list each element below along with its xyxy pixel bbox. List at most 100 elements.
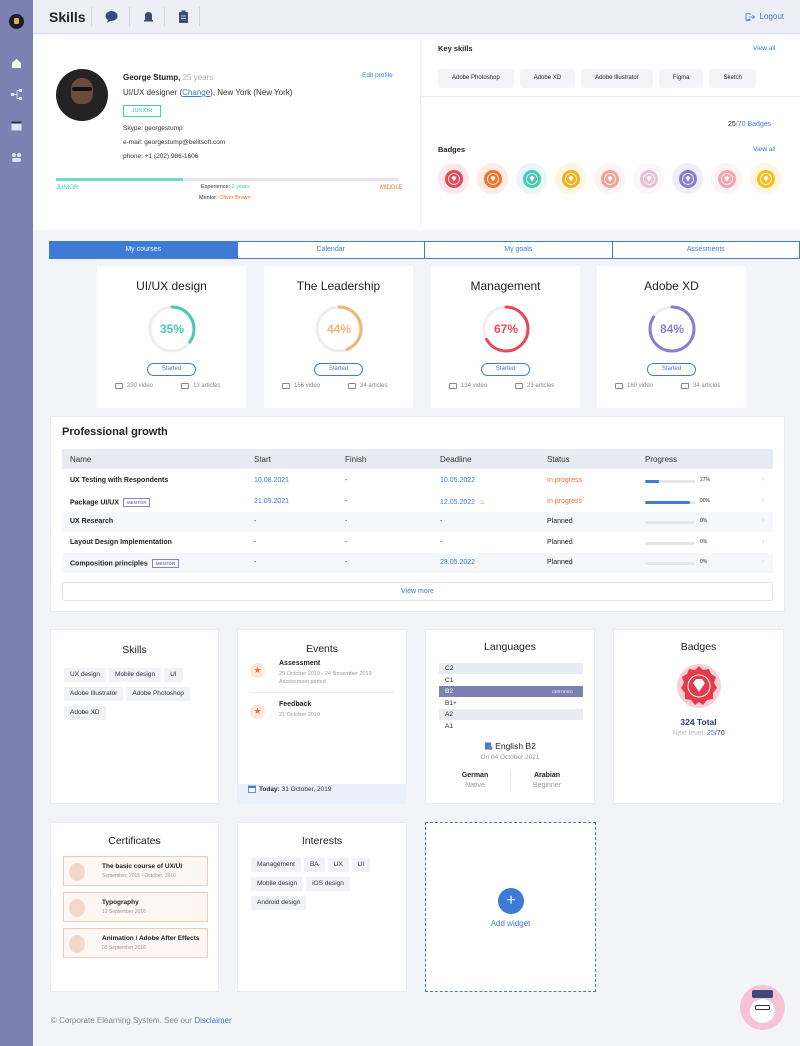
- badge-item[interactable]: [438, 163, 469, 194]
- event-desc: Assessment period: [279, 679, 326, 685]
- app-logo[interactable]: [9, 14, 24, 29]
- chevron-right-icon[interactable]: ›: [762, 497, 764, 504]
- row-finish: -: [345, 497, 348, 505]
- tab-my-courses[interactable]: My courses: [49, 241, 238, 259]
- course-card[interactable]: Management 67% Started 134 video 23 articles: [431, 266, 580, 408]
- course-card[interactable]: UI/UX design 35% Started 230 video 13 articl…: [97, 266, 246, 408]
- event-title: Assessment: [279, 660, 321, 667]
- skill-chip[interactable]: Mobile design: [109, 668, 162, 682]
- course-card[interactable]: The Leadership 44% Started 156 video 34 arti…: [264, 266, 413, 408]
- profile-age: 25 years: [182, 73, 214, 82]
- assistant-bot-avatar[interactable]: [740, 985, 785, 1030]
- key-skill-chip[interactable]: Figma: [658, 69, 704, 88]
- tab-assesments[interactable]: Assesments: [612, 241, 800, 259]
- course-progress-ring: 44%: [314, 304, 364, 354]
- add-widget-card[interactable]: + Add widget: [425, 822, 596, 992]
- hierarchy-icon[interactable]: [11, 89, 22, 100]
- experience-value: 2 years: [231, 184, 250, 190]
- language-level: Beginner: [532, 782, 562, 789]
- course-status-button[interactable]: Started: [481, 363, 530, 376]
- badge-item[interactable]: [516, 163, 547, 194]
- course-videos: 134 video: [449, 383, 487, 389]
- growth-header-name: Name: [70, 455, 92, 464]
- key-skill-chip[interactable]: Adobe XD: [519, 69, 576, 88]
- row-progress-label: 27%: [700, 477, 711, 483]
- badges-view-all-link[interactable]: View all: [753, 146, 775, 153]
- interest-chip[interactable]: Mobile design: [251, 877, 304, 891]
- interest-chip[interactable]: UX: [327, 858, 349, 872]
- key-skill-chip[interactable]: Adobe Illustrator: [581, 69, 653, 88]
- language-level-row: C2: [439, 663, 583, 674]
- table-row[interactable]: Package UI/UX MENTOR 21.09.2021 - 12.05.2022…: [62, 491, 773, 512]
- add-widget-button[interactable]: +: [498, 888, 524, 914]
- team-icon[interactable]: [11, 152, 22, 163]
- course-articles-text: 34 articles: [693, 383, 721, 389]
- key-skill-chip[interactable]: Adobe Photoshop: [438, 69, 514, 88]
- chat-icon[interactable]: [105, 10, 118, 23]
- chevron-right-icon[interactable]: ›: [762, 538, 764, 545]
- badge-item[interactable]: [750, 163, 781, 194]
- course-percent: 44%: [326, 322, 352, 336]
- row-start: 21.09.2021: [254, 497, 290, 505]
- badge-item[interactable]: [711, 163, 742, 194]
- view-more-button[interactable]: View more: [62, 582, 773, 601]
- interest-chip[interactable]: iOS design: [306, 877, 350, 891]
- change-role-link[interactable]: Change: [182, 88, 210, 97]
- badge-item[interactable]: [672, 163, 703, 194]
- badge-item[interactable]: [555, 163, 586, 194]
- course-status-button[interactable]: Started: [647, 363, 696, 376]
- interest-chip[interactable]: UI: [351, 858, 371, 872]
- table-row[interactable]: UX Research - - - Planned 0% ›: [62, 512, 773, 532]
- growth-header-deadline: Deadline: [440, 455, 472, 464]
- course-card[interactable]: Adobe XD 84% Started 160 video 34 articles: [597, 266, 746, 408]
- badge-item[interactable]: [633, 163, 664, 194]
- certificate-item[interactable]: Typography 12 September 2016: [63, 892, 208, 922]
- interests-chip-list: Management BA UX UI Mobile design iOS design A…: [251, 858, 401, 915]
- calendar-icon[interactable]: [11, 120, 22, 131]
- skill-chip[interactable]: Adobe XD: [64, 706, 106, 720]
- badge-icon: [756, 169, 775, 188]
- course-status-button[interactable]: Started: [147, 363, 196, 376]
- key-skill-chip[interactable]: Sketch: [709, 69, 756, 88]
- table-row[interactable]: Composition principles MENTOR - - 23.05.2022…: [62, 553, 773, 573]
- interests-card: Interests Management BA UX UI Mobile design i…: [237, 822, 407, 992]
- badge-count-value: 25: [728, 121, 736, 128]
- chevron-right-icon[interactable]: ›: [762, 476, 764, 483]
- course-status-button[interactable]: Started: [314, 363, 363, 376]
- level-left-label: JUNIOR: [56, 185, 79, 191]
- interests-card-title: Interests: [301, 835, 343, 847]
- certificate-item[interactable]: The basic course of UX/UI September, 2016…: [63, 856, 208, 886]
- next-level-label: Next level:: [672, 730, 706, 737]
- tab-my-goals[interactable]: My goals: [425, 241, 613, 259]
- tab-calendar[interactable]: Calendar: [237, 241, 425, 259]
- badge-item[interactable]: [477, 163, 508, 194]
- certificate-title: Typography: [102, 899, 139, 906]
- interest-chip[interactable]: Android design: [251, 896, 307, 910]
- add-widget-label[interactable]: Add widget: [426, 919, 595, 928]
- clipboard-icon[interactable]: [177, 10, 190, 23]
- home-icon[interactable]: [11, 58, 22, 69]
- bell-icon[interactable]: [142, 10, 155, 23]
- language-item: Arabian Beginner: [512, 772, 582, 789]
- skill-chip[interactable]: UX design: [64, 668, 106, 682]
- chevron-right-icon[interactable]: ›: [762, 558, 764, 565]
- chevron-right-icon[interactable]: ›: [762, 517, 764, 524]
- logout-button[interactable]: Logout: [745, 12, 784, 21]
- table-row[interactable]: Layout Design Implementation - - - Planned 0%…: [62, 532, 773, 553]
- table-row[interactable]: UX Testing with Respondents 10.08.2021 - 10…: [62, 471, 773, 491]
- badge-item[interactable]: [594, 163, 625, 194]
- interest-chip[interactable]: Management: [251, 858, 301, 872]
- skill-chip[interactable]: Adobe Illustrator: [64, 687, 124, 701]
- language-level: Native: [465, 782, 485, 789]
- disclaimer-link[interactable]: Disclaimer: [194, 1016, 231, 1025]
- row-status: In progress: [547, 497, 583, 505]
- edit-profile-link[interactable]: Edit profile: [362, 72, 393, 79]
- key-skills-view-all-link[interactable]: View all: [753, 45, 775, 52]
- phone-info: phone: +1 (202) 986-1606: [123, 153, 199, 160]
- interest-chip[interactable]: BA: [303, 858, 325, 872]
- skill-chip[interactable]: UI: [164, 668, 183, 682]
- badge-count-label: Badges: [747, 121, 772, 128]
- article-icon: [181, 383, 189, 389]
- skill-chip[interactable]: Adobe Photoshop: [126, 687, 191, 701]
- certificate-item[interactable]: Animation / Adobe After Effects 03 Septem…: [63, 928, 208, 958]
